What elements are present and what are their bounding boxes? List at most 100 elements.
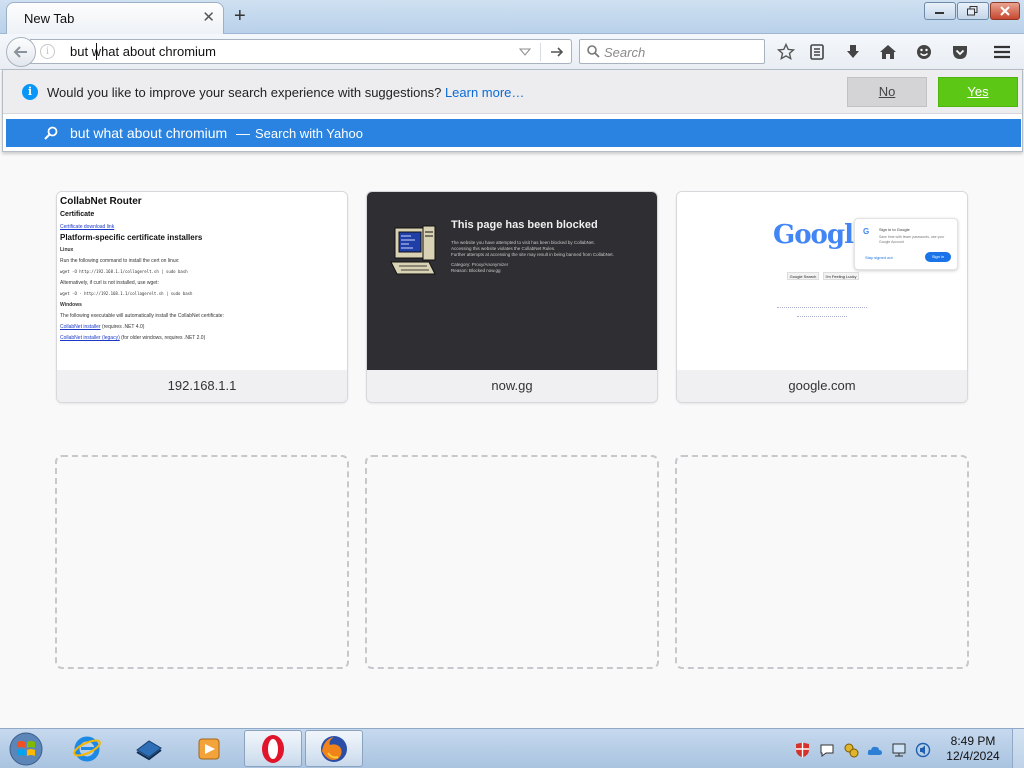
network-tools-tray-icon[interactable] (842, 741, 859, 758)
search-icon (44, 126, 58, 140)
taskbar-media-center[interactable] (120, 730, 178, 767)
site-info-icon[interactable]: i (40, 44, 55, 59)
thumb-code: wget -O - http://192.168.1.1/collagerelt… (60, 291, 193, 296)
tile-thumbnail: Google G Sign in to Google Save time wit… (677, 192, 967, 370)
thumb-heading: Windows (60, 302, 82, 308)
windows-taskbar: 8:49 PM 12/4/2024 (0, 728, 1024, 768)
new-tab-page: CollabNet Router Certificate Certificate… (0, 152, 1024, 728)
pocket-icon (953, 46, 967, 59)
tab-title: New Tab (24, 11, 75, 26)
thumb-link: Certificate download link (60, 224, 115, 230)
network-monitor-icon (892, 743, 905, 756)
clock-time: 8:49 PM (950, 734, 996, 748)
url-bar[interactable]: i but what about chromium (30, 39, 572, 64)
volume-tray-icon[interactable] (914, 741, 931, 758)
bookmarks-list-icon (810, 44, 824, 60)
tab-new-tab[interactable]: New Tab ✕ (6, 2, 224, 34)
clock-date: 12/4/2024 (946, 749, 1000, 763)
back-button[interactable] (6, 37, 36, 67)
cloud-tray-icon[interactable] (866, 741, 883, 758)
thumb-text: The following executable will automatica… (60, 313, 224, 319)
firefox-icon (321, 735, 347, 762)
restore-button[interactable] (957, 2, 989, 20)
suggestion-separator: — (236, 125, 250, 141)
internet-explorer-icon (73, 736, 101, 761)
volume-icon (915, 742, 930, 757)
thumb-heading: Linux (60, 247, 74, 253)
thumb-text: Sign in to Google (879, 227, 910, 232)
suggestion-query: but what about chromium (70, 125, 228, 141)
hello-button[interactable] (914, 42, 934, 62)
search-icon (587, 45, 600, 58)
taskbar-opera[interactable] (244, 730, 302, 767)
bookmarks-menu-button[interactable] (807, 42, 827, 62)
menu-button[interactable] (992, 42, 1012, 62)
downloads-button[interactable] (843, 42, 863, 62)
tile-label: 192.168.1.1 (57, 370, 347, 402)
thumb-text: Reason: Blocked now.gg (451, 268, 501, 273)
notification-question: Would you like to improve your search ex… (47, 85, 442, 100)
taskbar-firefox[interactable] (305, 730, 363, 767)
thumb-heading: Certificate (60, 211, 95, 218)
start-button[interactable] (4, 731, 48, 767)
thumb-text: Alternatively, if curl is not installed,… (60, 280, 159, 286)
bookmark-star-button[interactable] (776, 42, 796, 62)
window-controls (923, 2, 1020, 20)
download-arrow-icon (847, 45, 859, 58)
hello-smiley-icon (917, 45, 931, 59)
messages-tray-icon[interactable] (818, 741, 835, 758)
gears-icon (844, 743, 858, 757)
thumb-text: Stay signed out (865, 255, 893, 260)
pocket-button[interactable] (950, 42, 970, 62)
cloud-icon (867, 746, 882, 755)
hamburger-menu-icon (994, 45, 1010, 59)
tab-strip: New Tab ✕ + (0, 0, 1024, 34)
shield-icon (796, 742, 809, 757)
taskbar-media-player[interactable] (180, 730, 238, 767)
search-with-yahoo-suggestion[interactable]: but what about chromium — Search with Ya… (6, 119, 1021, 147)
tile-thumbnail: CollabNet Router Certificate Certificate… (57, 192, 347, 370)
star-icon (777, 43, 795, 61)
blocked-title: This page has been blocked (451, 219, 598, 231)
home-icon (880, 45, 896, 59)
yes-button[interactable]: Yes (938, 77, 1018, 107)
top-site-tile[interactable]: This page has been blocked The website y… (366, 191, 658, 403)
thumb-text: Save time with fewer passwords, use your… (879, 235, 945, 244)
media-player-icon (198, 738, 220, 759)
search-input[interactable] (604, 43, 759, 61)
search-bar[interactable] (579, 39, 765, 64)
shield-tray-icon[interactable] (794, 741, 811, 758)
learn-more-link[interactable]: Learn more… (445, 85, 524, 100)
speech-bubble-icon (820, 744, 833, 757)
top-site-tile[interactable]: CollabNet Router Certificate Certificate… (56, 191, 348, 403)
empty-tile-placeholder (365, 455, 659, 669)
thumb-text: Google Search (787, 272, 819, 280)
thumb-text: I'm Feeling Lucky (823, 272, 859, 280)
go-arrow-icon[interactable] (549, 44, 565, 60)
url-autocomplete-popup: i Would you like to improve your search … (2, 69, 1023, 152)
opera-icon (262, 734, 284, 763)
history-dropdown-icon[interactable] (519, 48, 531, 56)
network-tray-icon[interactable] (890, 741, 907, 758)
thumb-link: CollabNet installer (legacy) (60, 335, 120, 341)
top-site-tile[interactable]: Google G Sign in to Google Save time wit… (676, 191, 968, 403)
taskbar-internet-explorer[interactable] (58, 730, 116, 767)
system-clock[interactable]: 8:49 PM 12/4/2024 (938, 734, 1008, 764)
home-button[interactable] (878, 42, 898, 62)
url-input[interactable]: but what about chromium (70, 44, 216, 59)
minimize-button[interactable] (924, 2, 956, 20)
new-tab-button[interactable]: + (234, 5, 246, 27)
minimize-icon (935, 12, 944, 14)
blocked-computer-icon (390, 225, 436, 275)
close-window-button[interactable] (990, 2, 1020, 20)
thumb-heading: Platform-specific certificate installers (60, 233, 203, 242)
no-button[interactable]: No (847, 77, 927, 107)
show-desktop-button[interactable] (1012, 729, 1024, 768)
close-tab-icon[interactable]: ✕ (202, 10, 215, 26)
thumb-code: wget -O http://192.168.1.1/collagerelt.s… (60, 269, 188, 274)
blocked-details: The website you have attempted to visit … (451, 240, 614, 274)
thumb-text: (requires .NET 4.0) (101, 324, 145, 330)
back-arrow-icon (13, 46, 27, 58)
info-icon: i (22, 84, 38, 100)
tile-thumbnail: This page has been blocked The website y… (367, 192, 657, 370)
